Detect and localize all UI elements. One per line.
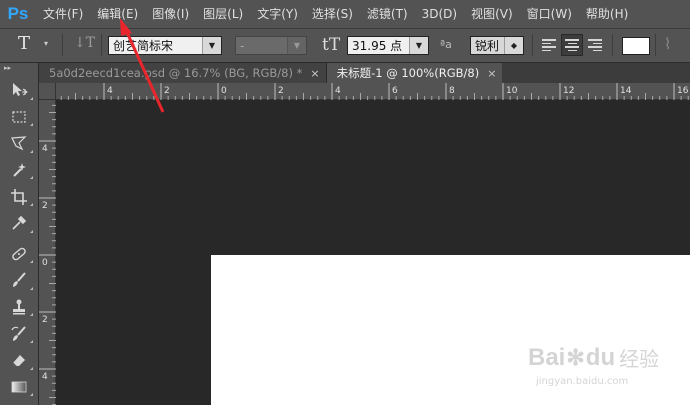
watermark-brand: Bai: [528, 343, 566, 371]
panel-collapse-icon[interactable]: ▸▸: [0, 63, 38, 73]
menu-window[interactable]: 窗口(W): [520, 0, 579, 28]
crop-tool-icon[interactable]: [0, 183, 38, 210]
ruler-label: 14: [620, 86, 632, 96]
menu-3d[interactable]: 3D(D): [415, 0, 464, 28]
font-size-icon: tT: [322, 35, 341, 55]
font-size-select[interactable]: 31.95 点 ▼: [347, 36, 429, 55]
marquee-tool-icon[interactable]: [0, 104, 38, 131]
text-color-swatch[interactable]: [622, 37, 650, 55]
lasso-tool-icon[interactable]: [0, 130, 38, 157]
menu-edit[interactable]: 编辑(E): [90, 0, 145, 28]
vertical-ruler-scale: 4 2 0 2 4: [39, 104, 56, 405]
ruler-label: 0: [221, 86, 227, 96]
close-icon[interactable]: ×: [487, 67, 496, 80]
watermark-brand-2: du: [585, 343, 616, 371]
chevron-down-icon: ◆: [504, 37, 523, 54]
anti-alias-icon: ªa: [440, 38, 452, 51]
magic-wand-tool-icon[interactable]: [0, 157, 38, 184]
menu-select[interactable]: 选择(S): [305, 0, 360, 28]
ruler-label: 8: [449, 86, 455, 96]
menu-layer[interactable]: 图层(L): [196, 0, 250, 28]
ruler-label: 6: [392, 86, 398, 96]
ruler-label: 0: [42, 258, 48, 268]
gradient-tool-icon[interactable]: [0, 374, 38, 401]
divider: [101, 34, 102, 56]
ruler-label: 4: [42, 372, 48, 382]
watermark-url: jingyan.baidu.com: [536, 376, 629, 387]
options-bar: T ▾ ↓T 创艺简标宋 ▼ - ▼ tT 31.95 点 ▼ ªa 锐利 ◆ …: [0, 29, 690, 63]
ruler-label: 2: [278, 86, 284, 96]
anti-alias-select[interactable]: 锐利 ◆: [470, 36, 524, 55]
font-style-value: -: [240, 38, 245, 53]
menu-file[interactable]: 文件(F): [36, 0, 90, 28]
warp-text-icon[interactable]: ⌇: [664, 35, 671, 53]
menu-help[interactable]: 帮助(H): [579, 0, 635, 28]
chevron-down-icon: ▼: [202, 37, 221, 54]
clone-stamp-tool-icon[interactable]: [0, 294, 38, 321]
menu-bar: Ps 文件(F) 编辑(E) 图像(I) 图层(L) 文字(Y) 选择(S) 滤…: [0, 0, 690, 29]
baidu-jingyan-watermark: Bai ✻ du 经验 jingyan.baidu.com: [528, 343, 678, 403]
font-size-value: 31.95 点: [352, 39, 403, 53]
align-right-icon[interactable]: [584, 34, 606, 56]
ruler-label: 2: [42, 201, 48, 211]
align-center-icon[interactable]: [561, 34, 583, 56]
document-tab-untitled[interactable]: 未标题-1 @ 100%(RGB/8) ×: [326, 63, 503, 83]
paw-icon: ✻: [566, 344, 585, 370]
divider: [612, 34, 613, 56]
move-tool-icon[interactable]: [0, 77, 38, 104]
eyedropper-tool-icon[interactable]: [0, 210, 38, 237]
font-style-select[interactable]: - ▼: [235, 36, 307, 55]
healing-brush-tool-icon[interactable]: [0, 241, 38, 268]
menu-type[interactable]: 文字(Y): [250, 0, 305, 28]
align-left-icon[interactable]: [538, 34, 560, 56]
tool-preset-caret-icon[interactable]: ▾: [44, 39, 48, 48]
ruler-label: 4: [335, 86, 341, 96]
ruler-label: 10: [506, 86, 518, 96]
document-tab-bar: 5a0d2eecd1cea.psd @ 16.7% (BG, RGB/8) * …: [39, 63, 690, 83]
toggle-text-orientation-icon[interactable]: ↓T: [74, 35, 96, 55]
horizontal-ruler[interactable]: 4 2 0 2 4 6 8 10 12 14 16: [56, 83, 690, 100]
document-tab-psd[interactable]: 5a0d2eecd1cea.psd @ 16.7% (BG, RGB/8) * …: [39, 63, 327, 83]
divider: [532, 34, 533, 56]
type-tool-preset-icon[interactable]: T: [18, 33, 30, 54]
watermark-cn: 经验: [619, 349, 660, 371]
ruler-origin[interactable]: [39, 83, 56, 100]
ruler-label: 2: [42, 315, 48, 325]
chevron-down-icon: ▼: [409, 37, 428, 54]
ruler-label: 4: [107, 86, 113, 96]
tab-title: 5a0d2eecd1cea.psd @ 16.7% (BG, RGB/8) *: [49, 66, 303, 80]
close-icon[interactable]: ×: [310, 67, 319, 80]
menu-view[interactable]: 视图(V): [464, 0, 520, 28]
horizontal-ruler-scale: 4 2 0 2 4 6 8 10 12 14 16: [60, 83, 689, 100]
ruler-label: 16: [677, 86, 689, 96]
photoshop-logo[interactable]: Ps: [0, 0, 36, 28]
ruler-label: 4: [42, 144, 48, 154]
tab-title: 未标题-1 @ 100%(RGB/8): [336, 66, 480, 80]
divider: [62, 34, 63, 56]
eraser-tool-icon[interactable]: [0, 347, 38, 374]
font-family-select[interactable]: 创艺简标宋 ▼: [108, 36, 222, 55]
anti-alias-value: 锐利: [475, 39, 500, 53]
font-family-value: 创艺简标宋: [113, 39, 174, 53]
tools-panel: ▸▸: [0, 63, 39, 405]
ruler-label: 2: [164, 86, 170, 96]
ruler-label: 12: [563, 86, 574, 96]
brush-tool-icon[interactable]: [0, 267, 38, 294]
menu-filter[interactable]: 滤镜(T): [360, 0, 415, 28]
vertical-ruler[interactable]: 4 2 0 2 4: [39, 100, 56, 405]
history-brush-tool-icon[interactable]: [0, 320, 38, 347]
divider: [655, 34, 656, 56]
menu-image[interactable]: 图像(I): [145, 0, 196, 28]
chevron-down-icon: ▼: [287, 37, 306, 54]
